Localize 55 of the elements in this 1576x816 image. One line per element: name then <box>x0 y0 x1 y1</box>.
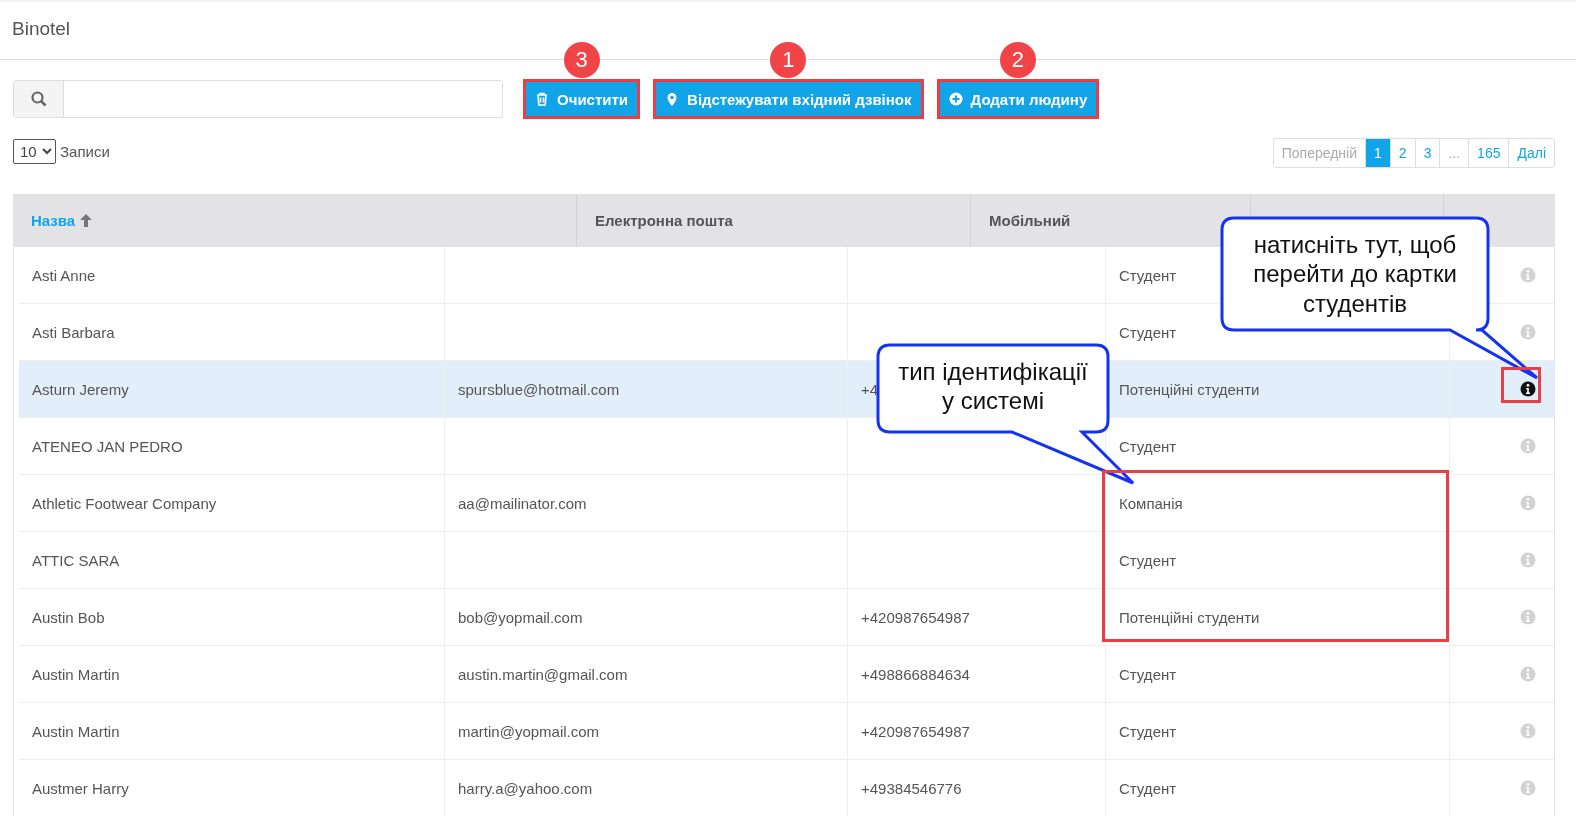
name-cell: ATTIC SARA <box>32 551 120 569</box>
page-link[interactable]: 1 <box>1365 139 1390 167</box>
step-badge: 2 <box>999 42 1036 78</box>
name-cell: Athletic Footwear Company <box>32 494 217 512</box>
type-cell: Потенційні студенти <box>1119 380 1260 398</box>
type-cell: Студент <box>1119 779 1177 797</box>
trash-icon <box>535 91 549 107</box>
plus-circle-icon <box>948 91 963 107</box>
step-badge: 3 <box>563 42 600 78</box>
type-cell: Компанія <box>1119 494 1183 512</box>
page-size-select[interactable]: 10 <box>13 139 56 164</box>
name-cell: Austin Martin <box>32 665 120 683</box>
action-button[interactable]: Відстежувати вхідний дзвінок <box>653 79 924 119</box>
type-cell: Студент <box>1119 437 1177 455</box>
type-cell: Студент <box>1119 323 1177 341</box>
phone-cell: +420987654987 <box>861 722 970 740</box>
step-badge: 1 <box>770 42 807 78</box>
callout-text: натисніть тут, щоб перейти до картки студентів <box>1252 230 1458 318</box>
type-cell: Студент <box>1119 665 1177 683</box>
phone-cell: +49384546776 <box>861 779 962 797</box>
email-cell: spursblue@hotmail.com <box>458 380 620 398</box>
search-icon <box>30 91 47 107</box>
phone-cell: +420987654987 <box>861 608 970 626</box>
page-link[interactable]: 3 <box>1414 139 1440 167</box>
highlight-frame <box>1501 367 1541 403</box>
callout-text: тип ідентифікації у системі <box>897 357 1089 416</box>
info-icon[interactable] <box>1520 381 1536 397</box>
name-cell: Asturn Jeremy <box>32 380 129 398</box>
type-cell: Студент <box>1119 551 1177 569</box>
phone-cell: +498866884634 <box>861 665 970 683</box>
email-cell: aa@mailinator.com <box>458 494 587 512</box>
name-cell: ATENEO JAN PEDRO <box>32 437 183 455</box>
name-cell: Austmer Harry <box>32 779 129 797</box>
name-cell: Austin Martin <box>32 722 120 740</box>
type-cell: Студент <box>1119 266 1177 284</box>
page-link[interactable]: Далі <box>1508 139 1554 167</box>
action-button[interactable]: Додати людину <box>936 79 1100 119</box>
action-button[interactable]: Очистити <box>523 79 641 119</box>
name-cell: Austin Bob <box>32 608 105 626</box>
email-cell: bob@yopmail.com <box>458 608 583 626</box>
page-size-label: Записи <box>60 143 110 160</box>
type-cell: Потенційні студенти <box>1119 608 1260 626</box>
name-cell: Asti Anne <box>32 266 96 284</box>
page-link[interactable]: 165 <box>1468 139 1509 167</box>
column-header[interactable]: Електронна пошта <box>595 212 733 229</box>
search-field[interactable] <box>13 80 503 118</box>
page-link[interactable]: 2 <box>1389 139 1415 167</box>
type-cell: Студент <box>1119 722 1177 740</box>
app-title: Binotel <box>12 18 71 40</box>
email-cell: austin.martin@gmail.com <box>458 665 628 683</box>
email-cell: martin@yopmail.com <box>458 722 600 740</box>
name-cell: Asti Barbara <box>32 323 115 341</box>
email-cell: harry.a@yahoo.com <box>458 779 593 797</box>
column-header[interactable]: Назва <box>31 212 76 229</box>
column-header[interactable]: Мобільний <box>989 212 1071 229</box>
